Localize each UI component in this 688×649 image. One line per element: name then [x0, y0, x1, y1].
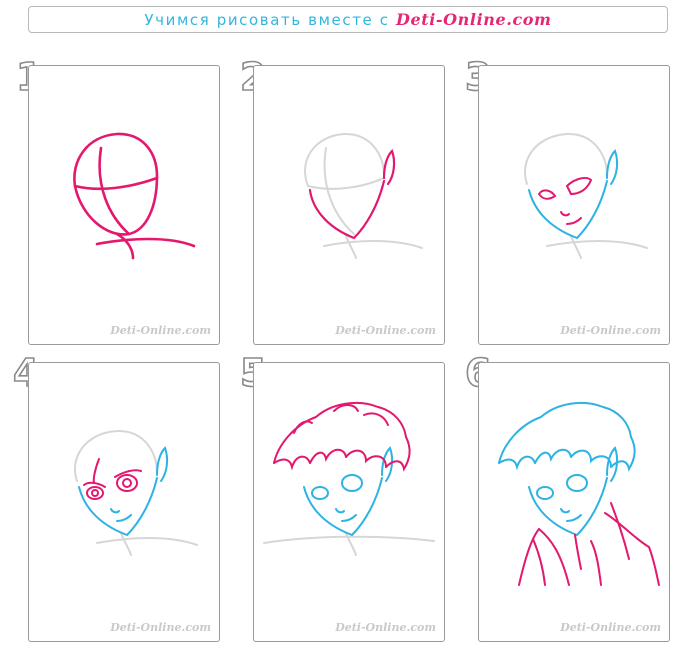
right-eye [565, 177, 593, 196]
step-5-card: Deti-Online.com [253, 362, 445, 642]
hair-strand [92, 458, 100, 484]
step-5-watermark: Deti-Online.com [335, 621, 436, 634]
step-1-card: Deti-Online.com [28, 65, 220, 345]
hair [273, 401, 411, 472]
step-3-drawing [524, 132, 648, 259]
page-header: Учимся рисовать вместе с Deti-Online.com [28, 6, 668, 33]
step-6-drawing [498, 401, 660, 586]
step-2-card: Deti-Online.com [253, 65, 445, 345]
vertical-guide [98, 146, 131, 236]
step-5-drawing [263, 401, 435, 556]
shoulder-line [95, 237, 196, 248]
header-title: Учимся рисовать вместе с [144, 11, 396, 29]
nose [560, 211, 570, 217]
face-contour [308, 179, 386, 240]
step-4-card: Deti-Online.com [28, 362, 220, 642]
jacket [518, 502, 660, 586]
neck-line [115, 232, 135, 260]
right-iris [116, 474, 138, 492]
left-pupil [91, 489, 99, 497]
step-2-drawing [304, 132, 423, 259]
mouth [566, 217, 582, 225]
step-4-drawing [74, 429, 198, 556]
step-3-card: Deti-Online.com [478, 65, 670, 345]
step-6-watermark: Deti-Online.com [560, 621, 661, 634]
old-head-top [304, 132, 385, 187]
step-3-watermark: Deti-Online.com [560, 324, 661, 337]
step-2-watermark: Deti-Online.com [335, 324, 436, 337]
step-6-card: Deti-Online.com [478, 362, 670, 642]
header-brand: Deti-Online.com [395, 10, 552, 29]
ear [606, 149, 619, 185]
right-pupil [122, 478, 132, 488]
step-1-drawing [73, 132, 196, 260]
step-4-watermark: Deti-Online.com [110, 621, 211, 634]
left-iris [86, 486, 104, 500]
step-1-watermark: Deti-Online.com [110, 324, 211, 337]
ear [382, 148, 396, 186]
left-eye [537, 189, 557, 200]
horizontal-guide [73, 176, 159, 191]
